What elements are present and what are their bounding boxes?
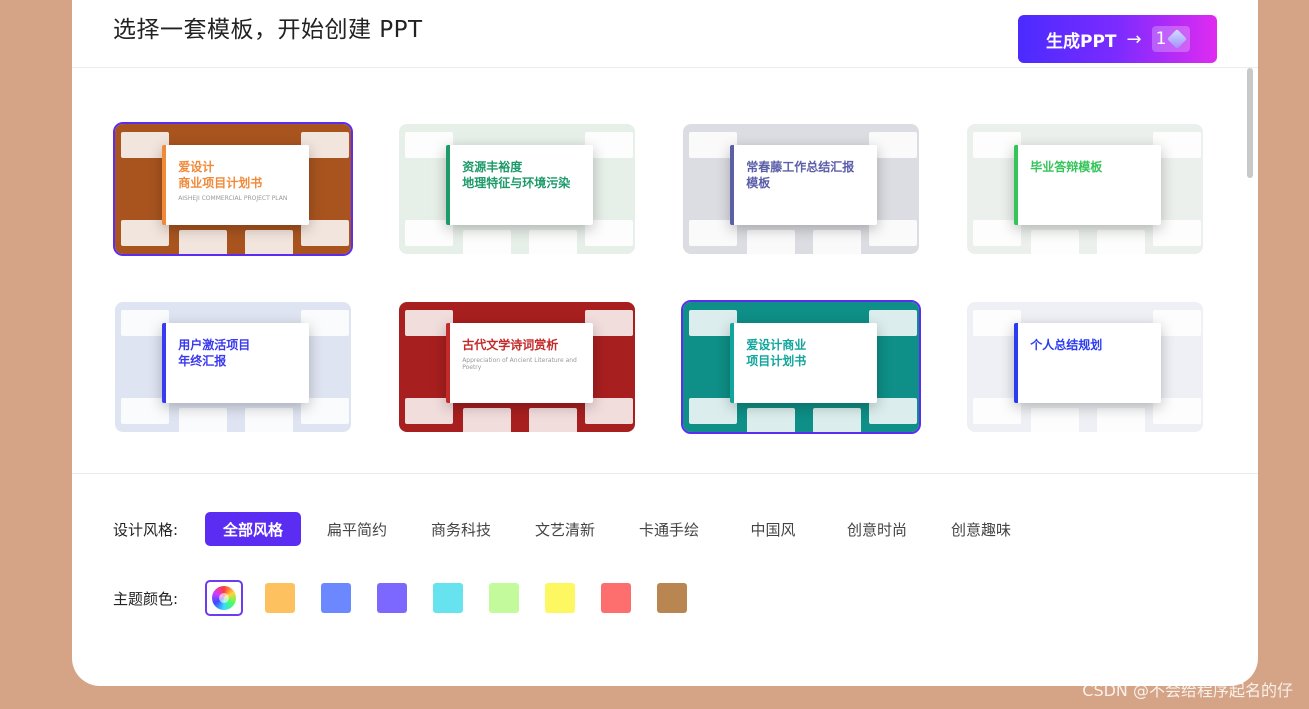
generate-ppt-button[interactable]: 生成PPT → 1 [1018,15,1217,63]
color-swatches [265,583,713,613]
color-swatch[interactable] [377,583,407,613]
thumbnail-page [245,408,293,432]
style-tab[interactable]: 全部风格 [205,512,301,546]
thumbnail-page [529,230,577,254]
thumbnail-page [1097,230,1145,254]
color-wheel-icon [212,586,236,610]
template-thumbnail: 古代文学诗词赏析 Appreciation of Ancient Literatu… [399,302,635,432]
template-cover-slide: 资源丰裕度 地理特征与环境污染 [446,144,593,226]
template-title: 资源丰裕度 地理特征与环境污染 [462,159,571,190]
thumbnail-page [463,408,511,432]
template-title: 爱设计商业 项目计划书 [746,337,807,368]
style-tab[interactable]: 创意时尚 [829,512,925,546]
template-cover-slide: 毕业答辩模板 [1014,144,1161,226]
template-title: 常春藤工作总结汇报模板 [746,159,855,190]
template-grid: 爱设计 商业项目计划书 AISHEJI COMMERCIAL PROJECT PL… [72,68,1258,474]
all-colors-swatch[interactable] [205,580,243,616]
color-swatch[interactable] [265,583,295,613]
color-swatch[interactable] [489,583,519,613]
color-swatch[interactable] [601,583,631,613]
template-title: 古代文学诗词赏析 [462,337,559,352]
style-filter-row: 设计风格: 全部风格 扁平简约 商务科技 文艺清新 卡通手绘 中国风 创意时尚 创意趣味 [113,512,1037,546]
scrollbar[interactable] [1247,68,1254,473]
thumbnail-page [813,230,861,254]
template-subtitle: Appreciation of Ancient Literature and P… [462,356,577,371]
generate-ppt-label: 生成PPT [1046,31,1117,52]
thumbnail-page [747,408,795,432]
credit-badge: 1 [1151,26,1191,52]
template-cover-slide: 爱设计 商业项目计划书 AISHEJI COMMERCIAL PROJECT PL… [162,144,309,226]
template-thumbnail: 爱设计商业 项目计划书 [683,302,919,432]
style-tab[interactable]: 卡通手绘 [621,512,717,546]
arrow-right-icon: → [1126,28,1142,50]
template-card[interactable]: 资源丰裕度 地理特征与环境污染 [397,122,637,256]
diamond-icon [1167,29,1188,49]
color-swatch[interactable] [657,583,687,613]
style-tabs: 全部风格 扁平简约 商务科技 文艺清新 卡通手绘 中国风 创意时尚 创意趣味 [205,512,1037,546]
template-cover-slide: 用户激活项目 年终汇报 [162,322,309,404]
style-tab[interactable]: 商务科技 [413,512,509,546]
style-filter-label: 设计风格: [113,520,179,539]
template-title: 个人总结规划 [1030,337,1103,352]
thumbnail-page [245,230,293,254]
thumbnail-page [463,230,511,254]
template-cover-slide: 古代文学诗词赏析 Appreciation of Ancient Literatu… [446,322,593,404]
thumbnail-page [1031,408,1079,432]
page-title: 选择一套模板，开始创建 PPT [113,17,423,43]
color-swatch[interactable] [321,583,351,613]
template-thumbnail: 用户激活项目 年终汇报 [115,302,351,432]
thumbnail-page [1031,230,1079,254]
template-thumbnail: 个人总结规划 [967,302,1203,432]
credit-count: 1 [1155,29,1167,49]
template-thumbnail: 爱设计 商业项目计划书 AISHEJI COMMERCIAL PROJECT PL… [115,124,351,254]
watermark: CSDN @不会给程序起名的仔 [1082,681,1293,700]
template-cover-slide: 常春藤工作总结汇报模板 [730,144,877,226]
style-tab[interactable]: 创意趣味 [933,512,1029,546]
thumbnail-page [1097,408,1145,432]
template-cover-slide: 个人总结规划 [1014,322,1161,404]
color-swatch[interactable] [545,583,575,613]
thumbnail-page [179,408,227,432]
template-card[interactable]: 毕业答辩模板 [965,122,1205,256]
template-card[interactable]: 古代文学诗词赏析 Appreciation of Ancient Literatu… [397,300,637,434]
thumbnail-page [179,230,227,254]
template-card[interactable]: 常春藤工作总结汇报模板 [681,122,921,256]
template-cover-slide: 爱设计商业 项目计划书 [730,322,877,404]
thumbnail-page [747,230,795,254]
template-panel: 选择一套模板，开始创建 PPT 生成PPT → 1 爱设计 商业项目计划书 AIS… [72,0,1258,686]
color-filter-row: 主题颜色: [113,580,713,616]
template-card[interactable]: 个人总结规划 [965,300,1205,434]
color-swatch[interactable] [433,583,463,613]
scrollbar-thumb[interactable] [1247,68,1253,178]
template-title: 用户激活项目 年终汇报 [178,337,251,368]
style-tab[interactable]: 文艺清新 [517,512,613,546]
color-filter-label: 主题颜色: [113,589,179,608]
thumbnail-page [813,408,861,432]
template-card[interactable]: 用户激活项目 年终汇报 [113,300,353,434]
template-title: 爱设计 商业项目计划书 [178,159,263,190]
template-subtitle: AISHEJI COMMERCIAL PROJECT PLAN [178,194,288,202]
template-title: 毕业答辩模板 [1030,159,1103,174]
template-thumbnail: 资源丰裕度 地理特征与环境污染 [399,124,635,254]
template-card[interactable]: 爱设计 商业项目计划书 AISHEJI COMMERCIAL PROJECT PL… [113,122,353,256]
template-thumbnail: 毕业答辩模板 [967,124,1203,254]
template-thumbnail: 常春藤工作总结汇报模板 [683,124,919,254]
thumbnail-page [529,408,577,432]
style-tab[interactable]: 扁平简约 [309,512,405,546]
style-tab[interactable]: 中国风 [725,512,821,546]
template-card[interactable]: 爱设计商业 项目计划书 [681,300,921,434]
header: 选择一套模板，开始创建 PPT 生成PPT → 1 [72,0,1258,68]
